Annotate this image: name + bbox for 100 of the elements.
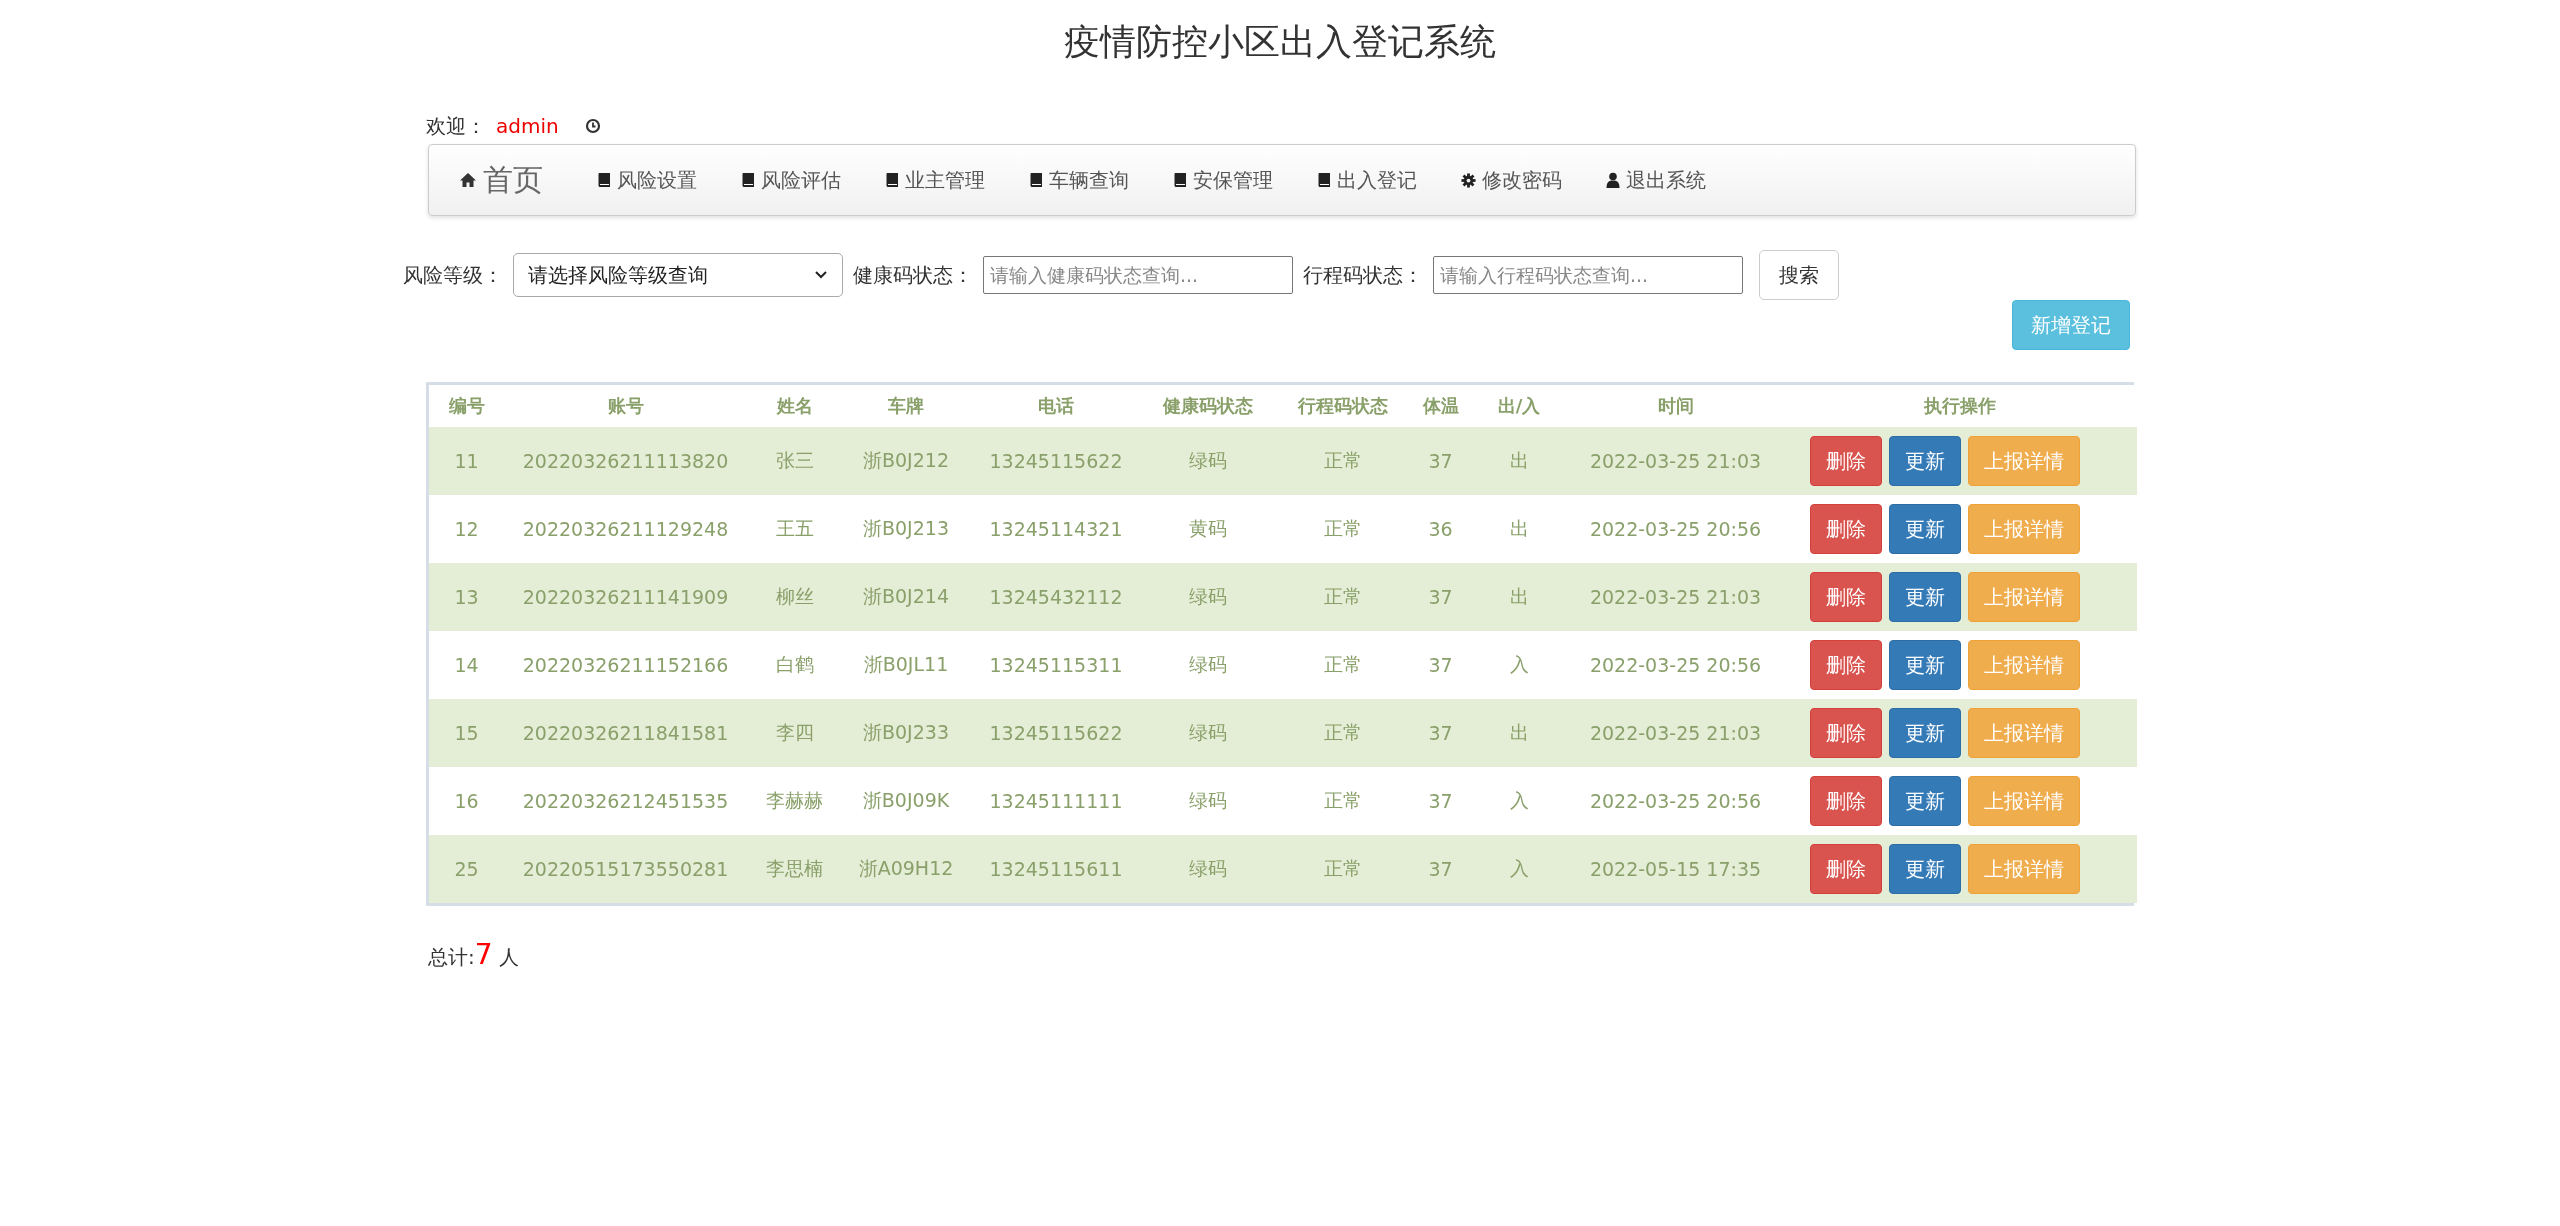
table-cell: 36 (1428, 518, 1453, 540)
update-button[interactable]: 更新 (1889, 436, 1961, 486)
table-cell: 13245111111 (989, 790, 1123, 812)
delete-button[interactable]: 删除 (1810, 844, 1882, 894)
table-cell: 13245115311 (989, 654, 1123, 676)
table-cell: 13245115622 (989, 450, 1123, 472)
table-cell: 20220326211141909 (522, 586, 729, 608)
delete-button[interactable]: 删除 (1810, 436, 1882, 486)
update-button[interactable]: 更新 (1889, 708, 1961, 758)
table-cell: 浙B0J233 (863, 721, 949, 743)
risk-level-label: 风险等级： (403, 261, 503, 289)
update-button[interactable]: 更新 (1889, 844, 1961, 894)
welcome-label: 欢迎： (426, 112, 486, 140)
table-cell: 2022-03-25 20:56 (1589, 654, 1762, 676)
risk-level-select[interactable]: 请选择风险等级查询 (513, 253, 843, 297)
table-cell: 绿码 (1189, 653, 1227, 675)
settings-icon (1461, 172, 1476, 188)
table-cell: 浙B0J09K (862, 789, 950, 811)
table-cell: 正常 (1324, 517, 1362, 539)
table-cell: 2022-03-25 21:03 (1589, 586, 1762, 608)
nav-link[interactable]: 退出系统 (1584, 155, 1728, 205)
table-cell: 25 (454, 858, 479, 880)
table-cell: 37 (1428, 858, 1453, 880)
table-cell: 20220326212451535 (522, 790, 729, 812)
table-cell: 浙B0J214 (863, 585, 949, 607)
update-button[interactable]: 更新 (1889, 776, 1961, 826)
search-button[interactable]: 搜索 (1759, 250, 1839, 300)
nav-link[interactable]: 业主管理 (863, 155, 1007, 205)
book-icon (1317, 172, 1331, 188)
table-cell: 37 (1428, 722, 1453, 744)
table-cell: 2022-03-25 20:56 (1589, 518, 1762, 540)
table-cell: 出 (1509, 585, 1529, 607)
book-icon (1029, 172, 1043, 188)
page-title: 疫情防控小区出入登记系统 (1063, 20, 1497, 64)
nav-link[interactable]: 车辆查询 (1007, 155, 1151, 205)
table-cell: 入 (1509, 653, 1529, 675)
book-icon (597, 172, 611, 188)
table-cell: 11 (454, 450, 479, 472)
user-icon (1606, 172, 1620, 188)
delete-button[interactable]: 删除 (1810, 640, 1882, 690)
nav-link[interactable]: 修改密码 (1439, 155, 1584, 205)
table-cell: 入 (1509, 789, 1529, 811)
nav-link[interactable]: 首页 (459, 155, 575, 205)
table-cell: 2022-03-25 21:03 (1589, 722, 1762, 744)
trip-code-field[interactable]: 请输入行程码状态查询... (1433, 256, 1743, 294)
table-cell: 14 (454, 654, 479, 676)
table-cell: 37 (1428, 790, 1453, 812)
table-cell: 2022-03-25 21:03 (1589, 450, 1762, 472)
nav-link[interactable]: 出入登记 (1295, 155, 1439, 205)
health-code-label: 健康码状态： (853, 261, 973, 289)
table-cell: 12 (454, 518, 479, 540)
health-code-field[interactable]: 请输入健康码状态查询... (983, 256, 1293, 294)
table-cell: 20220326211129248 (522, 518, 729, 540)
table-cell: 37 (1428, 586, 1453, 608)
delete-button[interactable]: 删除 (1810, 504, 1882, 554)
table-cell: 37 (1428, 450, 1453, 472)
table-cell: 2022-05-15 17:35 (1589, 858, 1762, 880)
table-cell: 正常 (1324, 857, 1362, 879)
home-icon (459, 172, 477, 188)
update-button[interactable]: 更新 (1889, 640, 1961, 690)
table-cell: 16 (454, 790, 479, 812)
table-cell: 绿码 (1189, 585, 1227, 607)
table-cell: 15 (454, 722, 479, 744)
book-icon (741, 172, 755, 188)
total-label: 总计: (428, 944, 475, 971)
table-cell: 绿码 (1189, 857, 1227, 879)
table-cell: 出 (1509, 721, 1529, 743)
table-cell: 37 (1428, 654, 1453, 676)
table-cell: 2022-03-25 20:56 (1589, 790, 1762, 812)
update-button[interactable]: 更新 (1889, 504, 1961, 554)
delete-button[interactable]: 删除 (1810, 572, 1882, 622)
table-cell: 出 (1509, 449, 1529, 471)
table-cell: 柳丝 (775, 585, 814, 607)
table-cell: 20220326211152166 (522, 654, 729, 676)
table-cell: 绿码 (1189, 449, 1227, 471)
table-cell: 13245432112 (989, 586, 1123, 608)
username: admin (496, 114, 559, 138)
table-cell: 20220326211113820 (522, 450, 729, 472)
table-cell: 正常 (1324, 789, 1362, 811)
delete-button[interactable]: 删除 (1810, 776, 1882, 826)
table-cell: 20220515173550281 (522, 858, 729, 880)
nav-link[interactable]: 风险设置 (575, 155, 719, 205)
delete-button[interactable]: 删除 (1810, 708, 1882, 758)
table-cell: 13 (454, 586, 479, 608)
nav-link[interactable]: 风险评估 (719, 155, 863, 205)
table-cell: 13245115611 (989, 858, 1123, 880)
book-icon (885, 172, 899, 188)
clock-icon (584, 118, 601, 134)
table-cell: 正常 (1324, 721, 1362, 743)
table-cell: 绿码 (1189, 721, 1227, 743)
trip-code-label: 行程码状态： (1303, 261, 1423, 289)
table-cell: 20220326211841581 (522, 722, 729, 744)
nav-link[interactable]: 安保管理 (1151, 155, 1295, 205)
column-header: 执行操作 (1782, 385, 2137, 427)
total-unit: 人 (498, 944, 519, 971)
table-cell: 13245114321 (989, 518, 1123, 540)
table-cell: 浙B0J213 (863, 517, 949, 539)
table-cell: 正常 (1324, 585, 1362, 607)
update-button[interactable]: 更新 (1889, 572, 1961, 622)
table-cell: 黄码 (1189, 517, 1227, 539)
